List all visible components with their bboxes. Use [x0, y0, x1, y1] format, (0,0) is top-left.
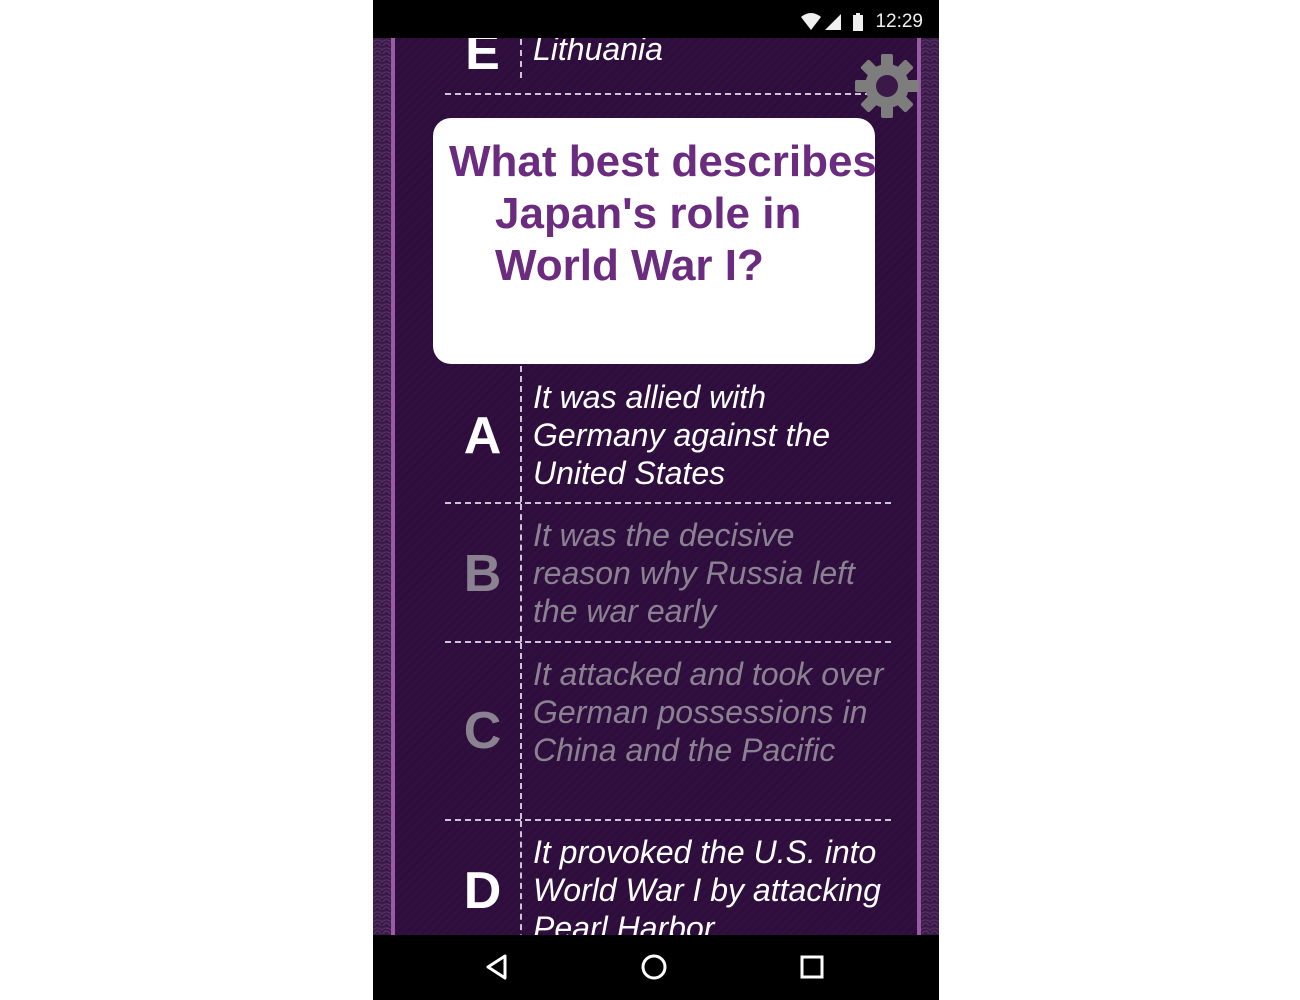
answer-letter-a: A: [463, 407, 502, 465]
answer-divider: [520, 504, 522, 642]
gear-icon[interactable]: [853, 52, 921, 120]
home-circle-icon[interactable]: [640, 953, 668, 986]
recents-square-icon[interactable]: [798, 953, 826, 986]
quiz-content: E Lithuania What best describes Japan's …: [395, 38, 917, 935]
answer-text-d: It provoked the U.S. into World War I by…: [533, 834, 881, 935]
back-triangle-icon[interactable]: [483, 953, 511, 986]
answer-divider: [520, 366, 522, 502]
answer-letter-d: D: [463, 862, 502, 920]
answer-option-b[interactable]: B It was the decisive reason why Russia …: [445, 504, 891, 642]
answer-option-d[interactable]: D It provoked the U.S. into World War I …: [445, 821, 891, 935]
wifi-icon: [801, 13, 821, 30]
answer-row-prev-e[interactable]: E Lithuania: [445, 38, 891, 81]
answer-divider: [520, 38, 522, 78]
answer-divider: [520, 821, 522, 935]
answer-text-b: It was the decisive reason why Russia le…: [533, 517, 855, 629]
decorative-border-left: [373, 38, 391, 935]
answer-divider: [520, 643, 522, 819]
navigation-bar: [373, 935, 939, 1000]
status-icons: [801, 12, 865, 32]
answer-text: Lithuania: [533, 38, 663, 67]
cell-signal-icon: [825, 14, 841, 30]
answer-letter-b: B: [463, 545, 502, 603]
clock: 12:29: [875, 11, 923, 32]
question-text: What best describes Japan's role in Worl…: [449, 137, 877, 290]
battery-icon: [853, 13, 863, 31]
answer-letter: E: [465, 38, 500, 81]
answer-text-c: It attacked and took over German possess…: [533, 656, 884, 768]
question-card: What best describes Japan's role in Worl…: [433, 118, 877, 364]
row-separator: [445, 93, 891, 95]
answer-option-c[interactable]: C It attacked and took over German posse…: [445, 643, 891, 819]
border-rail-right: [917, 38, 921, 935]
answer-option-a[interactable]: A It was allied with Germany against the…: [445, 366, 891, 502]
phone-frame: 12:29 E Lithuania What best describes Ja…: [373, 0, 939, 1000]
quiz-screen: E Lithuania What best describes Japan's …: [373, 38, 939, 935]
status-bar: 12:29: [373, 0, 939, 38]
answer-text-a: It was allied with Germany against the U…: [533, 379, 831, 491]
decorative-border-right: [921, 38, 939, 935]
answer-letter-c: C: [463, 702, 502, 760]
